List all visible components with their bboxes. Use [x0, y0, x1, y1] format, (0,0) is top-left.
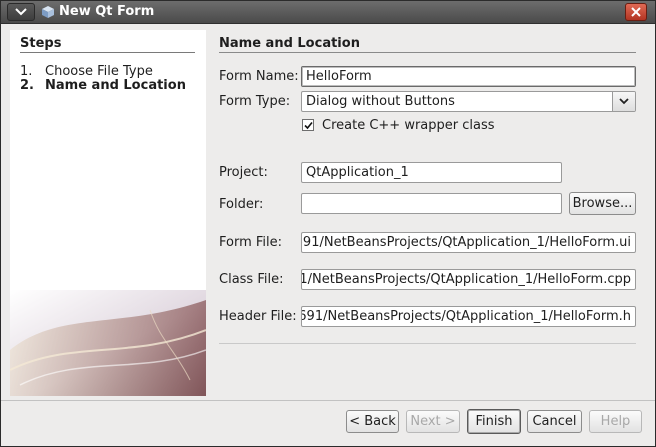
form-file-value: 2691/NetBeansProjects/QtApplication_1/He… [301, 235, 631, 250]
step-name-and-location: 2. Name and Location [20, 78, 186, 93]
form-type-dropdown[interactable]: Dialog without Buttons [301, 91, 636, 112]
form-file-input[interactable]: 2691/NetBeansProjects/QtApplication_1/He… [301, 232, 636, 253]
section-title: Name and Location [219, 36, 360, 51]
form-type-label: Form Type: [219, 94, 291, 109]
dropdown-button[interactable] [612, 92, 635, 111]
class-file-label: Class File: [219, 272, 284, 287]
create-wrapper-label[interactable]: Create C++ wrapper class [322, 118, 495, 133]
cube-icon [42, 6, 54, 18]
step-choose-file-type: 1. Choose File Type [20, 64, 153, 79]
close-button[interactable] [625, 3, 647, 21]
decorative-swoosh-image [10, 290, 206, 396]
class-file-value: 91/NetBeansProjects/QtApplication_1/Hell… [301, 272, 631, 287]
window-menu-button[interactable] [7, 3, 35, 21]
step-number: 1. [20, 64, 33, 79]
footer-divider [1, 400, 655, 401]
close-icon [631, 7, 641, 17]
finish-button[interactable]: Finish [467, 409, 521, 434]
back-button[interactable]: < Back [346, 410, 399, 433]
folder-input[interactable] [301, 193, 562, 214]
form-name-input[interactable]: HelloForm [301, 66, 636, 87]
checkmark-icon [304, 121, 313, 130]
step-number: 2. [20, 78, 34, 93]
header-file-label: Header File: [219, 309, 297, 324]
form-name-label: Form Name: [219, 69, 299, 84]
next-button[interactable]: Next > [406, 410, 460, 433]
header-file-value: 2691/NetBeansProjects/QtApplication_1/He… [301, 309, 631, 324]
form-file-label: Form File: [219, 235, 283, 250]
window-title: New Qt Form [59, 4, 155, 19]
help-button[interactable]: Help [589, 410, 642, 433]
chevron-down-icon [619, 98, 629, 105]
browse-button[interactable]: Browse... [569, 192, 636, 215]
form-type-selected-value: Dialog without Buttons [306, 94, 455, 109]
folder-label: Folder: [219, 197, 264, 212]
steps-divider [20, 52, 195, 53]
new-qt-form-dialog: New Qt Form Steps 1. Choose File Type 2. N… [0, 0, 656, 447]
step-label: Choose File Type [45, 64, 153, 79]
project-label: Project: [219, 165, 268, 180]
cancel-button[interactable]: Cancel [527, 410, 582, 433]
section-divider [219, 52, 636, 53]
header-file-input[interactable]: 2691/NetBeansProjects/QtApplication_1/He… [301, 306, 636, 327]
content-divider [219, 343, 636, 344]
step-label: Name and Location [45, 78, 186, 93]
class-file-input[interactable]: 91/NetBeansProjects/QtApplication_1/Hell… [301, 269, 636, 290]
chevron-down-icon [15, 8, 27, 16]
titlebar[interactable]: New Qt Form [1, 1, 655, 24]
steps-title: Steps [20, 36, 62, 51]
project-input[interactable]: QtApplication_1 [301, 162, 562, 183]
steps-panel: Steps 1. Choose File Type 2. Name and Loca… [10, 30, 206, 396]
create-wrapper-checkbox[interactable] [302, 119, 314, 131]
